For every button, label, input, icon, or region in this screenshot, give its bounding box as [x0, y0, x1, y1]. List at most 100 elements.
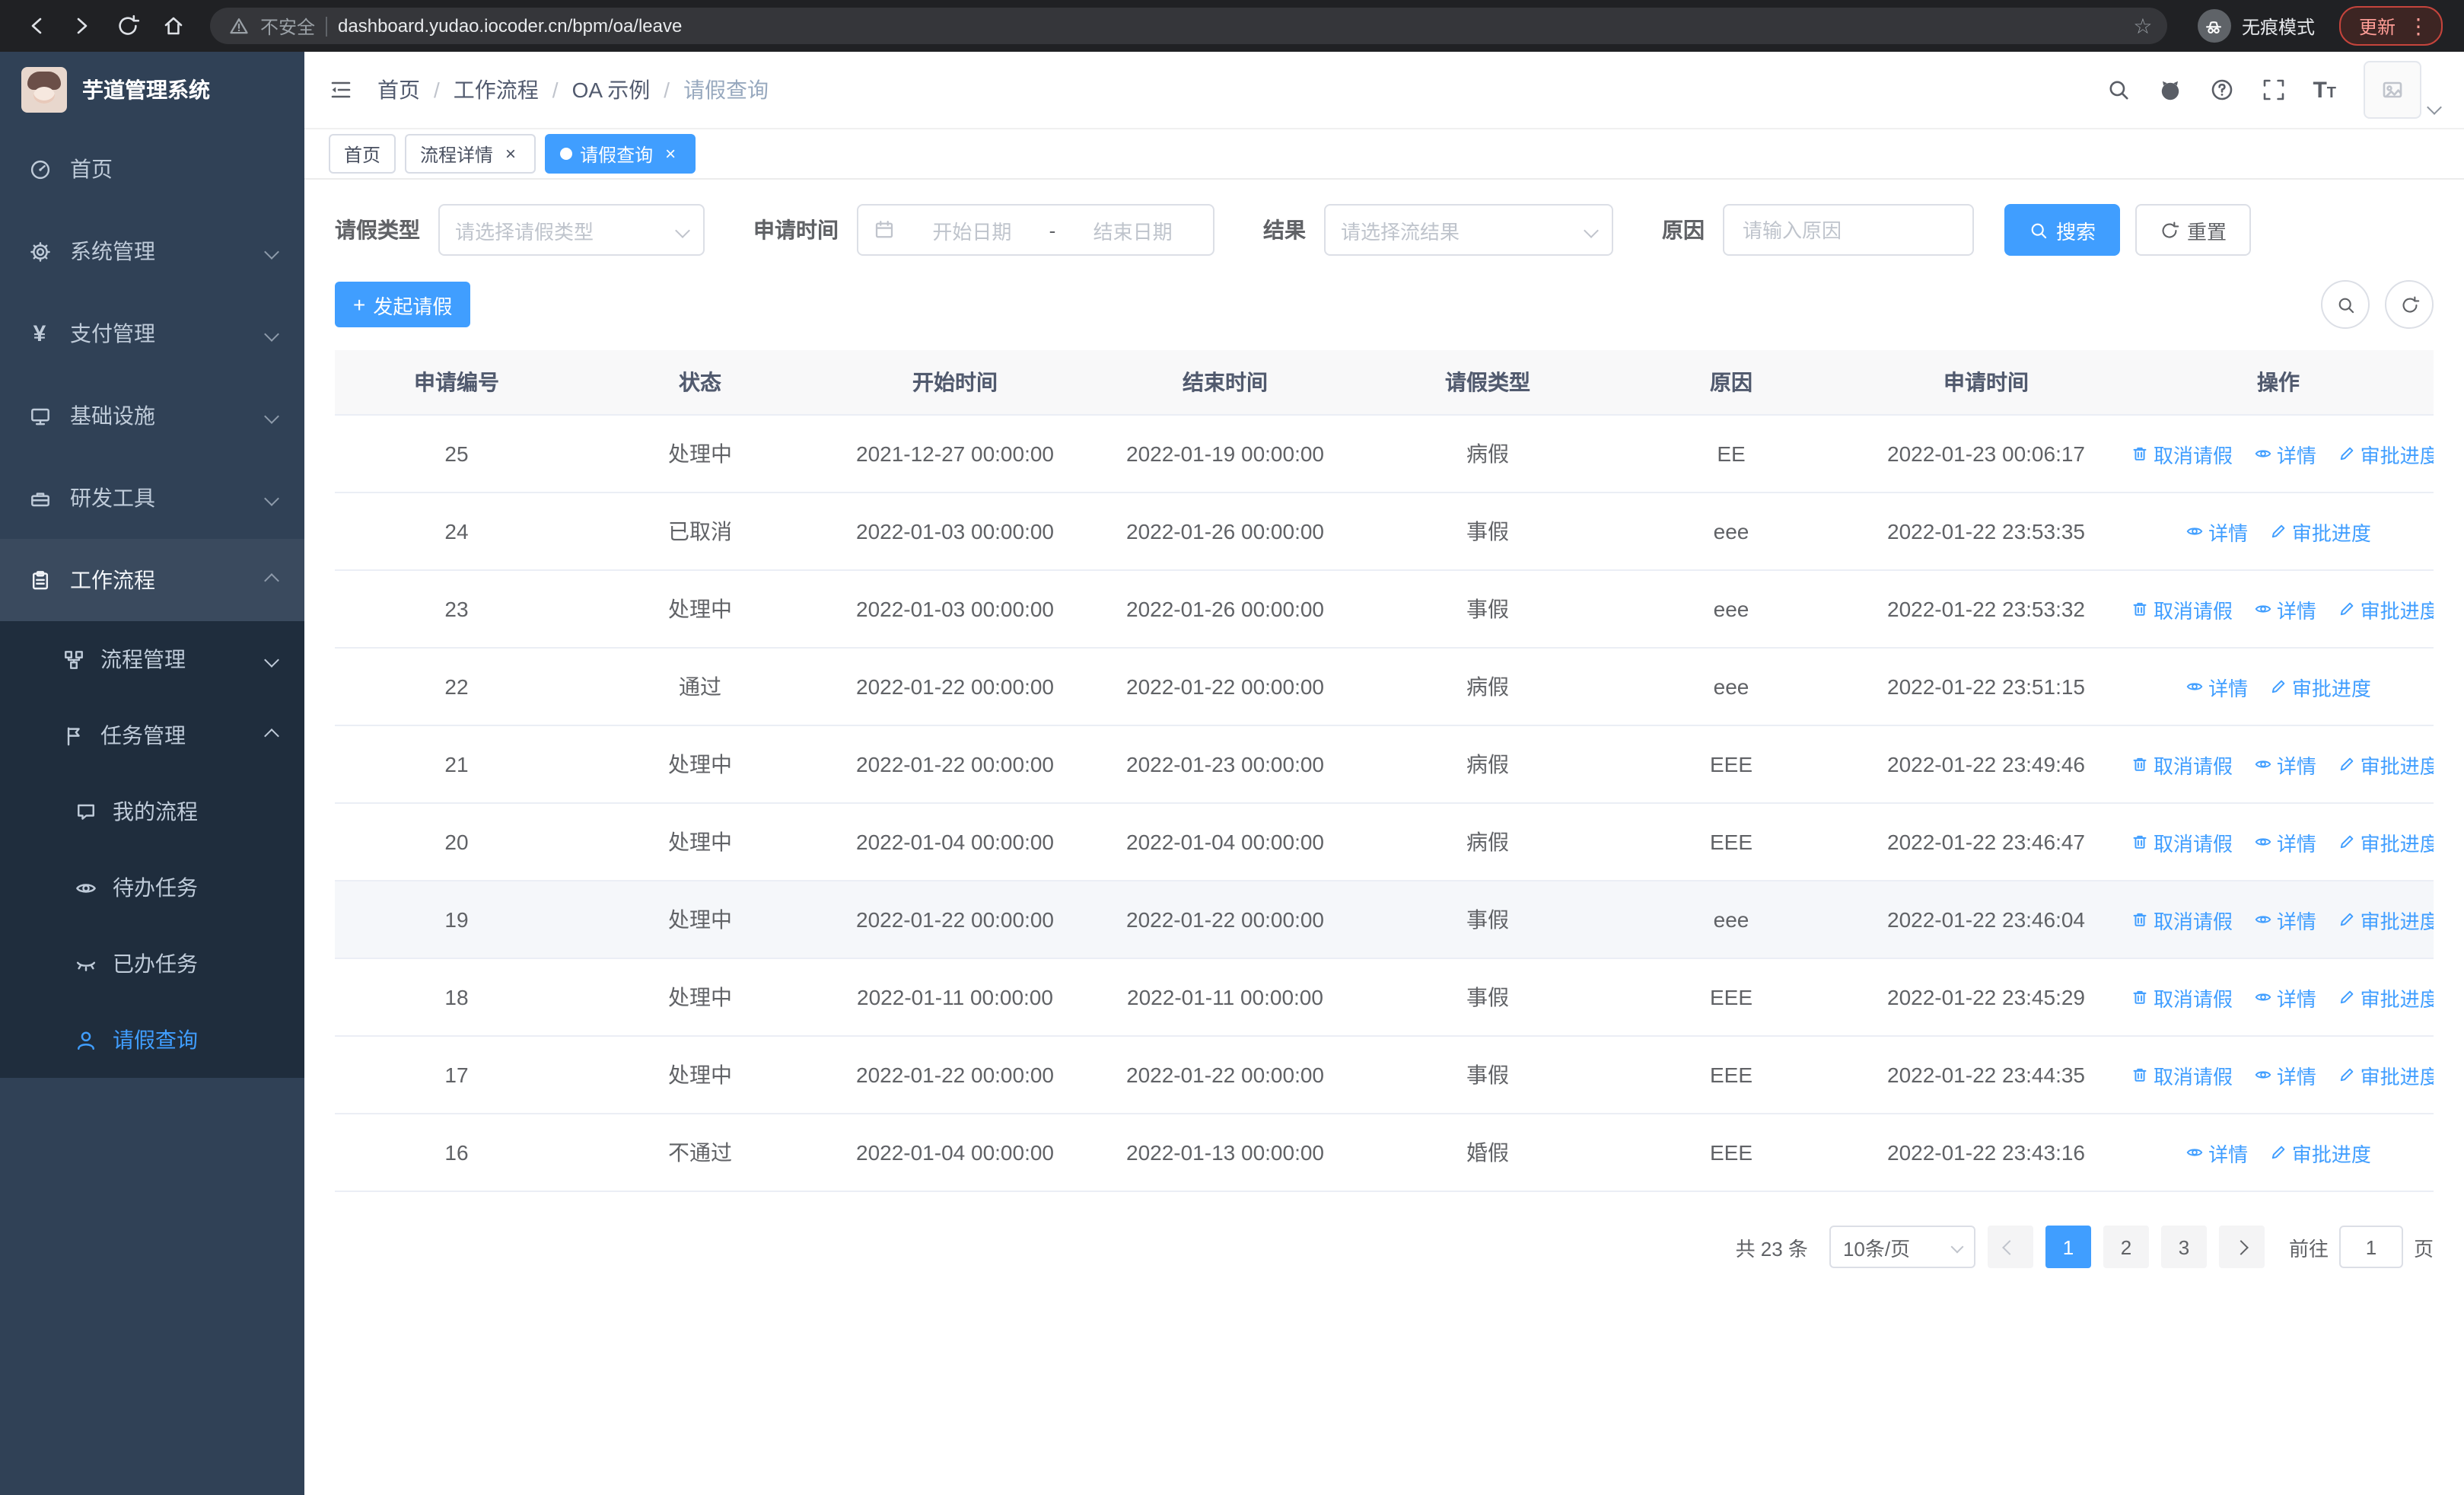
- total-count: 共 23 条: [1735, 1237, 1808, 1260]
- close-icon[interactable]: ×: [661, 144, 680, 164]
- app-logo[interactable]: 芋道管理系统: [0, 52, 304, 128]
- avatar[interactable]: [2364, 61, 2421, 119]
- page-button-1[interactable]: 1: [2045, 1226, 2091, 1268]
- reload-icon[interactable]: [107, 5, 149, 47]
- detail-link[interactable]: 详情: [2254, 439, 2316, 468]
- approval-progress-link[interactable]: 审批进度: [2338, 983, 2434, 1012]
- tab-process-detail[interactable]: 流程详情 ×: [405, 134, 536, 174]
- detail-link[interactable]: 详情: [2254, 1060, 2316, 1089]
- sidebar-item-todo-tasks[interactable]: 待办任务: [0, 850, 304, 926]
- not-secure-warning-icon[interactable]: [228, 15, 250, 37]
- cancel-leave-link[interactable]: 取消请假: [2131, 594, 2233, 623]
- cancel-leave-link[interactable]: 取消请假: [2131, 1060, 2233, 1089]
- approval-progress-link[interactable]: 审批进度: [2338, 905, 2434, 934]
- cancel-leave-link[interactable]: 取消请假: [2131, 439, 2233, 468]
- table-row[interactable]: 17 处理中 2022-01-22 00:00:00 2022-01-22 00…: [335, 1036, 2434, 1114]
- sidebar-item-workflow[interactable]: 工作流程: [0, 539, 304, 621]
- search-button[interactable]: 搜索: [2004, 204, 2121, 256]
- cancel-leave-link[interactable]: 取消请假: [2131, 905, 2233, 934]
- create-leave-button[interactable]: + 发起请假: [335, 282, 471, 327]
- detail-link[interactable]: 详情: [2254, 983, 2316, 1012]
- user-menu[interactable]: [2364, 61, 2442, 119]
- browser-menu-icon[interactable]: ⋮: [2405, 15, 2432, 37]
- detail-link[interactable]: 详情: [2254, 594, 2316, 623]
- detail-link[interactable]: 详情: [2254, 750, 2316, 779]
- close-icon[interactable]: ×: [501, 144, 520, 164]
- detail-link[interactable]: 详情: [2185, 1138, 2248, 1167]
- sidebar-item-system[interactable]: 系统管理: [0, 210, 304, 292]
- detail-link[interactable]: 详情: [2254, 827, 2316, 856]
- table-row[interactable]: 24 已取消 2022-01-03 00:00:00 2022-01-26 00…: [335, 492, 2434, 571]
- cell-type: 事假: [1362, 570, 1613, 649]
- approval-progress-link[interactable]: 审批进度: [2269, 1138, 2371, 1167]
- approval-progress-link[interactable]: 审批进度: [2269, 672, 2371, 701]
- cancel-leave-link[interactable]: 取消请假: [2131, 827, 2233, 856]
- sidebar-collapse-icon[interactable]: [329, 78, 353, 102]
- next-page-button[interactable]: [2218, 1226, 2265, 1268]
- detail-link[interactable]: 详情: [2254, 905, 2316, 934]
- security-label[interactable]: 不安全: [260, 13, 315, 39]
- table-row[interactable]: 22 通过 2022-01-22 00:00:00 2022-01-22 00:…: [335, 648, 2434, 726]
- home-icon[interactable]: [152, 5, 195, 47]
- breadcrumb-item[interactable]: 工作流程: [454, 75, 539, 105]
- table-row[interactable]: 21 处理中 2022-01-22 00:00:00 2022-01-23 00…: [335, 725, 2434, 804]
- cancel-leave-link[interactable]: 取消请假: [2131, 983, 2233, 1012]
- tab-leave-query[interactable]: 请假查询 ×: [545, 134, 696, 174]
- prev-page-button[interactable]: [1987, 1226, 2033, 1268]
- toggle-search-button[interactable]: [2321, 280, 2370, 329]
- github-icon[interactable]: [2157, 78, 2182, 102]
- fullscreen-icon[interactable]: [2261, 78, 2285, 102]
- result-select[interactable]: 请选择流结果: [1324, 204, 1613, 256]
- page-button-2[interactable]: 2: [2103, 1226, 2149, 1268]
- sidebar-item-my-processes[interactable]: 我的流程: [0, 773, 304, 850]
- detail-link[interactable]: 详情: [2185, 672, 2248, 701]
- back-icon[interactable]: [15, 5, 58, 47]
- approval-progress-link[interactable]: 审批进度: [2269, 517, 2371, 546]
- tab-home[interactable]: 首页: [329, 134, 396, 174]
- table-row[interactable]: 20 处理中 2022-01-04 00:00:00 2022-01-04 00…: [335, 803, 2434, 881]
- end-date-placeholder[interactable]: 结束日期: [1068, 215, 1198, 244]
- help-icon[interactable]: [2209, 78, 2233, 102]
- search-icon[interactable]: [2106, 78, 2130, 102]
- update-label[interactable]: 更新: [2359, 13, 2396, 39]
- sidebar-item-leave-query[interactable]: 请假查询: [0, 1002, 304, 1078]
- approval-progress-link[interactable]: 审批进度: [2338, 594, 2434, 623]
- reset-button[interactable]: 重置: [2135, 204, 2252, 256]
- detail-link[interactable]: 详情: [2185, 517, 2248, 546]
- sidebar-item-done-tasks[interactable]: 已办任务: [0, 926, 304, 1002]
- approval-progress-link[interactable]: 审批进度: [2338, 827, 2434, 856]
- page-button-3[interactable]: 3: [2160, 1226, 2207, 1268]
- font-size-icon[interactable]: TT: [2313, 78, 2336, 101]
- breadcrumb-item[interactable]: 首页: [377, 75, 420, 105]
- page-size-select[interactable]: 10条/页: [1829, 1226, 1975, 1268]
- sidebar-item-task-mgmt[interactable]: 任务管理: [0, 697, 304, 773]
- leave-type-select[interactable]: 请选择请假类型: [438, 204, 705, 256]
- breadcrumb-item[interactable]: OA 示例: [572, 75, 651, 105]
- goto-page-input[interactable]: [2338, 1226, 2403, 1268]
- update-chip[interactable]: 更新 ⋮: [2338, 6, 2443, 46]
- table-row[interactable]: 16 不通过 2022-01-04 00:00:00 2022-01-13 00…: [335, 1114, 2434, 1192]
- address-bar[interactable]: 不安全 dashboard.yudao.iocoder.cn/bpm/oa/le…: [210, 8, 2167, 44]
- approval-progress-link[interactable]: 审批进度: [2338, 750, 2434, 779]
- cell-reason: EEE: [1613, 725, 1849, 804]
- forward-icon[interactable]: [61, 5, 103, 47]
- sidebar-item-infra[interactable]: 基础设施: [0, 375, 304, 457]
- refresh-button[interactable]: [2385, 280, 2434, 329]
- active-dot: [560, 148, 573, 160]
- table-row[interactable]: 18 处理中 2022-01-11 00:00:00 2022-01-11 00…: [335, 958, 2434, 1037]
- approval-progress-link[interactable]: 审批进度: [2338, 1060, 2434, 1089]
- bookmark-star-icon[interactable]: ☆: [2125, 8, 2161, 44]
- sidebar-item-process-mgmt[interactable]: 流程管理: [0, 621, 304, 697]
- table-row[interactable]: 23 处理中 2022-01-03 00:00:00 2022-01-26 00…: [335, 570, 2434, 649]
- sidebar-item-devtools[interactable]: 研发工具: [0, 457, 304, 539]
- reason-input[interactable]: [1723, 204, 1974, 256]
- start-date-placeholder[interactable]: 开始日期: [907, 215, 1037, 244]
- sidebar-item-home[interactable]: 首页: [0, 128, 304, 210]
- apply-time-range-picker[interactable]: 开始日期 - 结束日期: [857, 204, 1214, 256]
- approval-progress-link[interactable]: 审批进度: [2338, 439, 2434, 468]
- sidebar-item-payment[interactable]: ¥ 支付管理: [0, 292, 304, 375]
- cancel-leave-link[interactable]: 取消请假: [2131, 750, 2233, 779]
- url-text[interactable]: dashboard.yudao.iocoder.cn/bpm/oa/leave: [338, 15, 2114, 37]
- table-row[interactable]: 19 处理中 2022-01-22 00:00:00 2022-01-22 00…: [335, 881, 2434, 959]
- table-row[interactable]: 25 处理中 2021-12-27 00:00:00 2022-01-19 00…: [335, 415, 2434, 493]
